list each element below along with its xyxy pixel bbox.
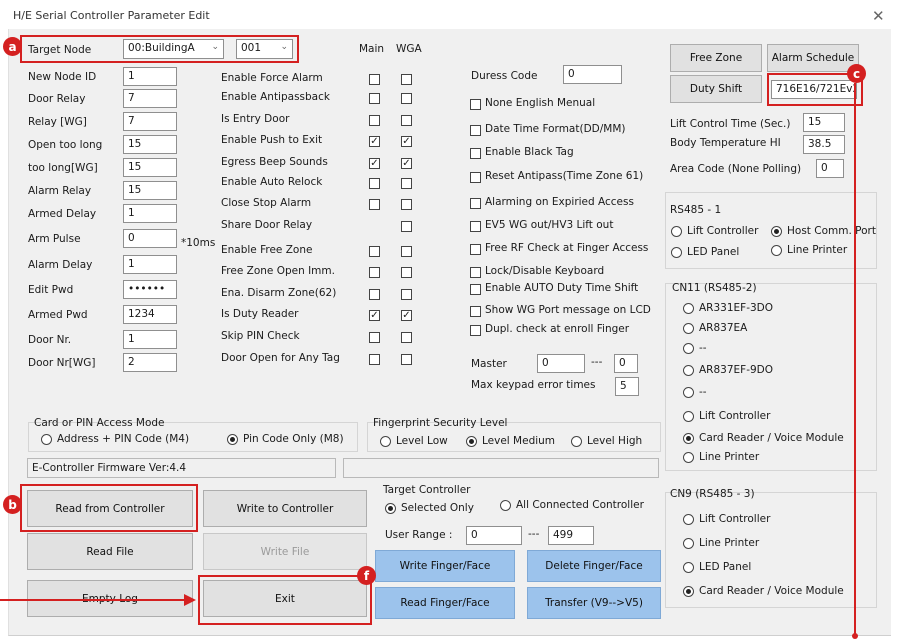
arrow-to-exit-head <box>184 594 196 606</box>
version-pointer-dot <box>852 633 858 639</box>
annotation-arrows <box>0 83 858 639</box>
